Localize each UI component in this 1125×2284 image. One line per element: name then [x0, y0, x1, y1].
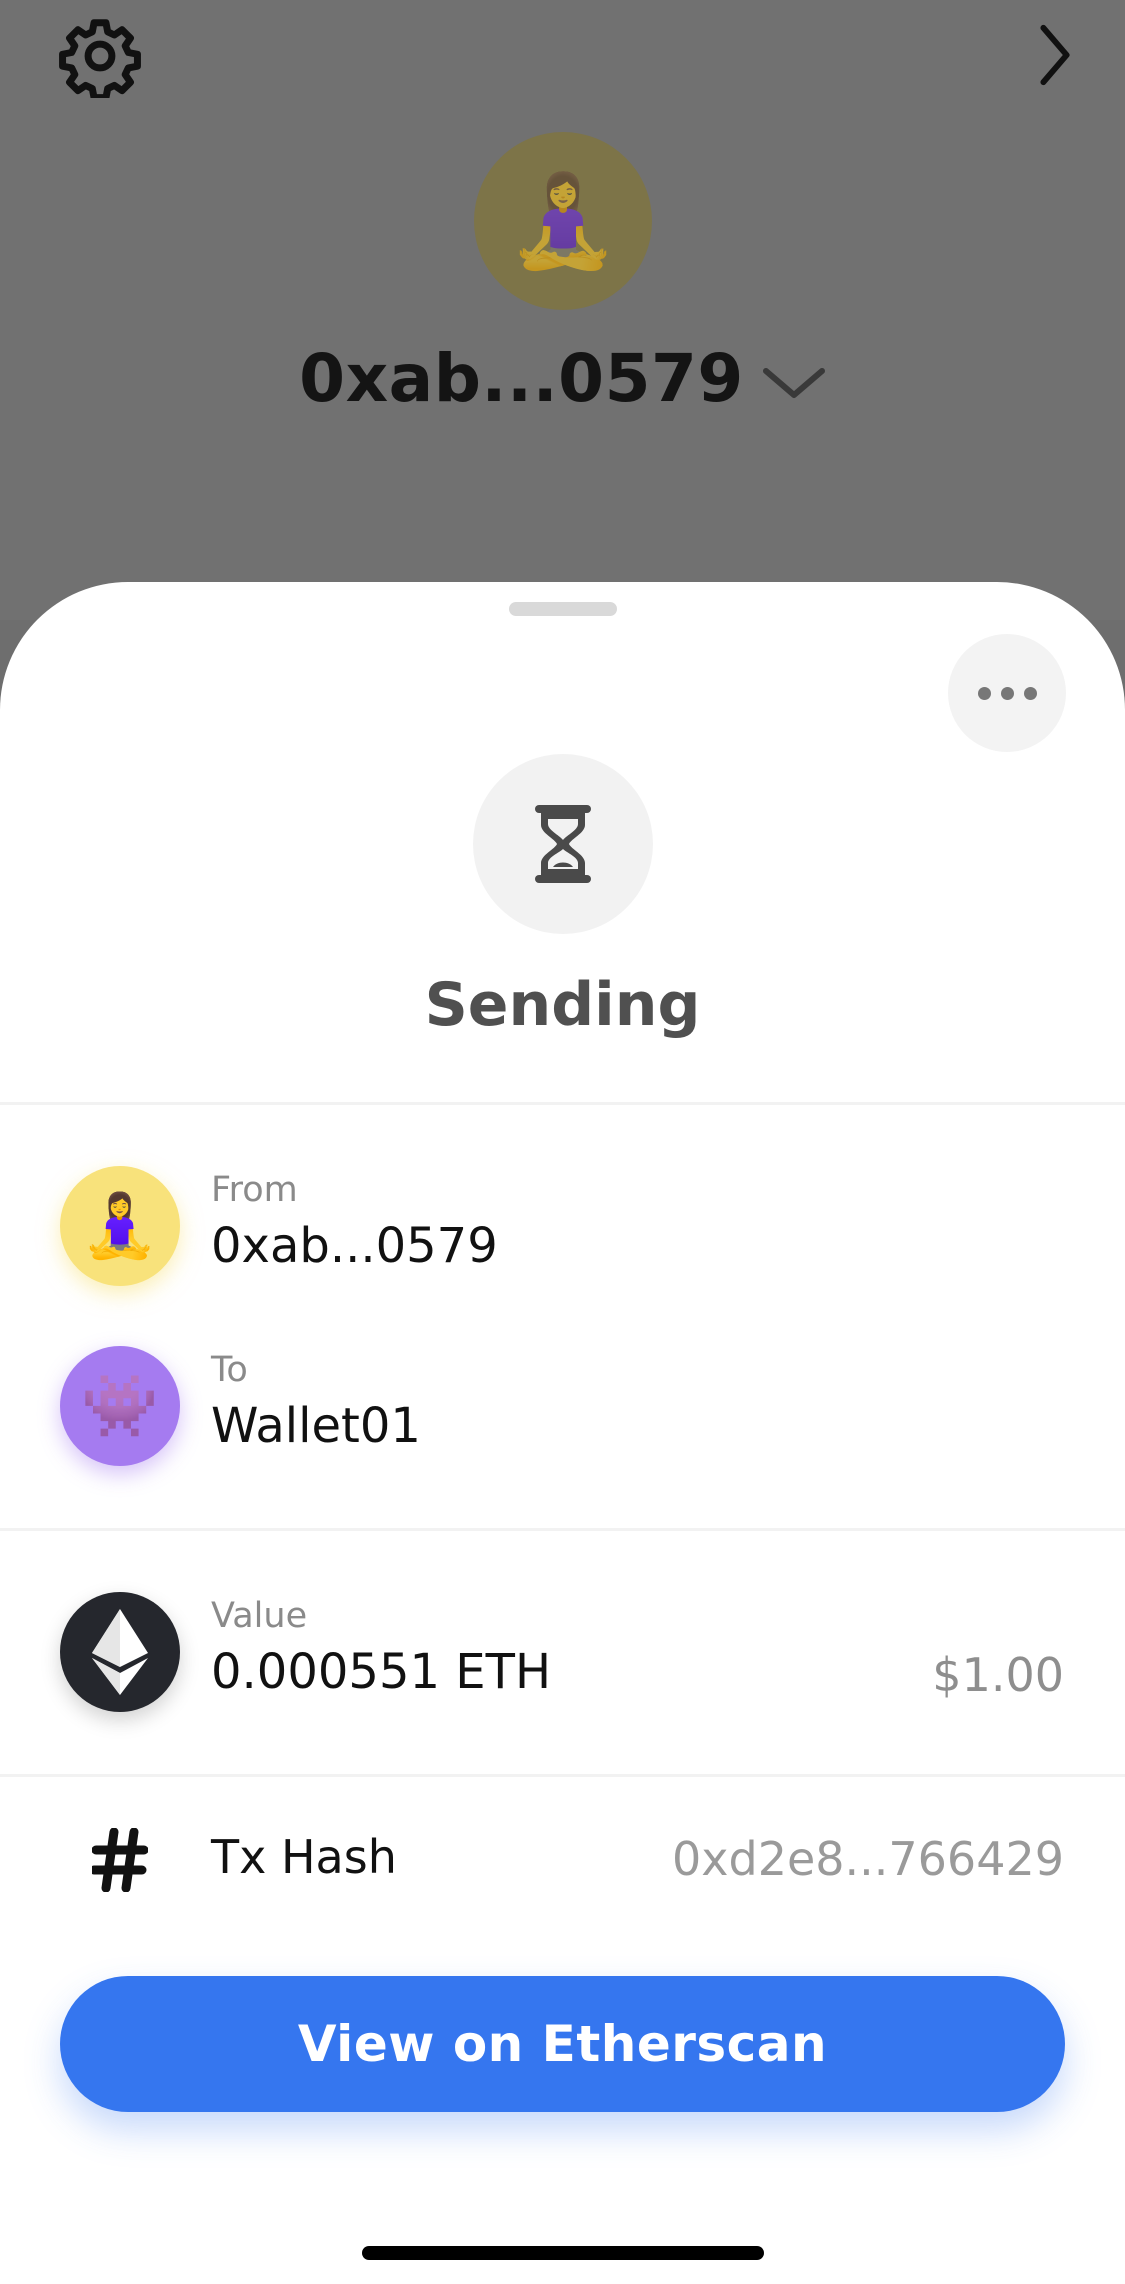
background-screen: 🧘‍♀️ 0xab...0579: [0, 0, 1125, 620]
from-value: 0xab...0579: [211, 1218, 498, 1274]
value-amount: 0.000551 ETH: [211, 1644, 552, 1700]
to-value: Wallet01: [211, 1398, 421, 1454]
divider: [0, 1774, 1125, 1777]
wallet-name: 0xab...0579: [299, 340, 744, 417]
more-icon-dot: [1000, 686, 1014, 700]
chevron-down-icon: [762, 367, 825, 398]
sheet-grabber[interactable]: [509, 602, 617, 616]
value-label: Value: [211, 1596, 308, 1636]
more-icon-dot: [1023, 686, 1037, 700]
from-avatar: 🧘‍♀️: [60, 1166, 180, 1286]
wallet-selector[interactable]: 0xab...0579: [0, 340, 1125, 417]
tx-hash-row[interactable]: Tx Hash 0xd2e8...766429: [0, 1820, 1125, 1900]
eth-logo-icon: [60, 1592, 180, 1712]
from-row[interactable]: 🧘‍♀️ From 0xab...0579: [0, 1166, 1125, 1286]
from-avatar-emoji: 🧘‍♀️: [81, 1189, 159, 1262]
to-row[interactable]: 👾 To Wallet01: [0, 1346, 1125, 1466]
chevron-right-icon[interactable]: [1035, 22, 1075, 88]
divider: [0, 1102, 1125, 1105]
value-usd: $1.00: [932, 1648, 1064, 1702]
view-on-etherscan-button[interactable]: View on Etherscan: [60, 1976, 1065, 2112]
divider: [0, 1528, 1125, 1531]
wallet-avatar[interactable]: 🧘‍♀️: [474, 132, 652, 310]
hourglass-icon: [535, 805, 591, 883]
from-label: From: [211, 1170, 298, 1210]
more-options-button[interactable]: [948, 634, 1066, 752]
tx-hash-label: Tx Hash: [211, 1830, 397, 1884]
status-indicator: [473, 754, 653, 934]
value-row: Value 0.000551 ETH $1.00: [0, 1592, 1125, 1712]
to-avatar-emoji: 👾: [81, 1369, 159, 1442]
more-icon: [977, 686, 991, 700]
to-avatar: 👾: [60, 1346, 180, 1466]
status-title: Sending: [424, 970, 701, 1040]
home-indicator: [362, 2246, 764, 2260]
gear-icon[interactable]: [58, 14, 142, 98]
tx-hash-value[interactable]: 0xd2e8...766429: [672, 1832, 1064, 1886]
to-label: To: [211, 1350, 248, 1390]
transaction-sheet: Sending 🧘‍♀️ From 0xab...0579 👾 To Walle…: [0, 582, 1125, 2284]
wallet-avatar-emoji: 🧘‍♀️: [506, 168, 620, 274]
hash-icon: [92, 1828, 148, 1892]
